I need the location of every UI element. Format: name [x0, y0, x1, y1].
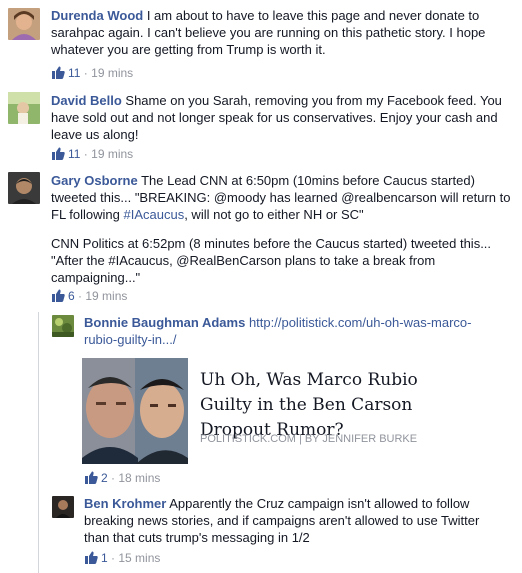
- link-preview-source: POLITISTICK.COM | BY JENNIFER BURKE: [200, 432, 417, 446]
- reply-time[interactable]: 15 mins: [118, 551, 160, 565]
- comment-time[interactable]: 19 mins: [91, 66, 133, 80]
- link-preview-card[interactable]: Uh Oh, Was Marco Rubio Guilty in the Ben…: [82, 358, 479, 464]
- comment-time[interactable]: 19 mins: [85, 289, 127, 303]
- hashtag-link[interactable]: #IAcaucus: [124, 207, 185, 222]
- avatar-gary-osborne[interactable]: [8, 172, 40, 204]
- reply-meta: 2 · 18 mins: [84, 471, 160, 485]
- reply-time[interactable]: 18 mins: [118, 471, 160, 485]
- thumbs-up-icon[interactable]: [51, 147, 65, 160]
- source-author: BY JENNIFER BURKE: [304, 433, 418, 445]
- thumbs-up-icon[interactable]: [84, 471, 98, 484]
- reply-body: Ben Krohmer Apparently the Cruz campaign…: [84, 495, 504, 546]
- comment-meta: 6 · 19 mins: [51, 289, 127, 303]
- avatar-ben-krohmer[interactable]: [52, 496, 74, 518]
- reply-meta: 1 · 15 mins: [84, 551, 160, 565]
- meta-separator: ·: [74, 289, 86, 303]
- source-domain: POLITISTICK.COM: [200, 433, 296, 445]
- commenter-name[interactable]: Ben Krohmer: [84, 496, 166, 511]
- comment-meta: 11 · 19 mins: [51, 147, 133, 161]
- comment-body: David Bello Shame on you Sarah, removing…: [51, 92, 513, 143]
- meta-separator: ·: [107, 471, 119, 485]
- meta-separator: ·: [80, 147, 92, 161]
- like-count[interactable]: 1: [101, 551, 108, 565]
- like-count[interactable]: 2: [101, 471, 108, 485]
- meta-separator: ·: [107, 551, 119, 565]
- comment-time[interactable]: 19 mins: [91, 147, 133, 161]
- like-count[interactable]: 11: [68, 147, 80, 161]
- thumbs-up-icon[interactable]: [51, 289, 65, 302]
- like-count[interactable]: 6: [68, 289, 75, 303]
- thumbs-up-icon[interactable]: [51, 66, 65, 79]
- link-preview-image[interactable]: [82, 358, 188, 464]
- thumbs-up-icon[interactable]: [84, 551, 98, 564]
- like-count[interactable]: 11: [68, 66, 80, 80]
- reply-thread-line: [38, 312, 39, 573]
- comment-meta: 11 · 19 mins: [51, 66, 133, 80]
- avatar-david-bello[interactable]: [8, 92, 40, 124]
- commenter-name[interactable]: Bonnie Baughman Adams: [84, 315, 245, 330]
- meta-separator: ·: [80, 66, 92, 80]
- comment-text: , will not go to either NH or SC": [184, 207, 364, 222]
- comment-body: Gary Osborne The Lead CNN at 6:50pm (10m…: [51, 172, 513, 286]
- avatar-bonnie-baughman-adams[interactable]: [52, 315, 74, 337]
- comment-paragraph: CNN Politics at 6:52pm (8 minutes before…: [51, 236, 492, 285]
- commenter-name[interactable]: David Bello: [51, 93, 122, 108]
- commenter-name[interactable]: Gary Osborne: [51, 173, 138, 188]
- comment-body: Durenda Wood I am about to have to leave…: [51, 7, 513, 58]
- commenter-name[interactable]: Durenda Wood: [51, 8, 143, 23]
- reply-body: Bonnie Baughman Adams http://politistick…: [84, 314, 504, 348]
- source-separator: |: [298, 433, 302, 445]
- avatar-durenda-wood[interactable]: [8, 8, 40, 40]
